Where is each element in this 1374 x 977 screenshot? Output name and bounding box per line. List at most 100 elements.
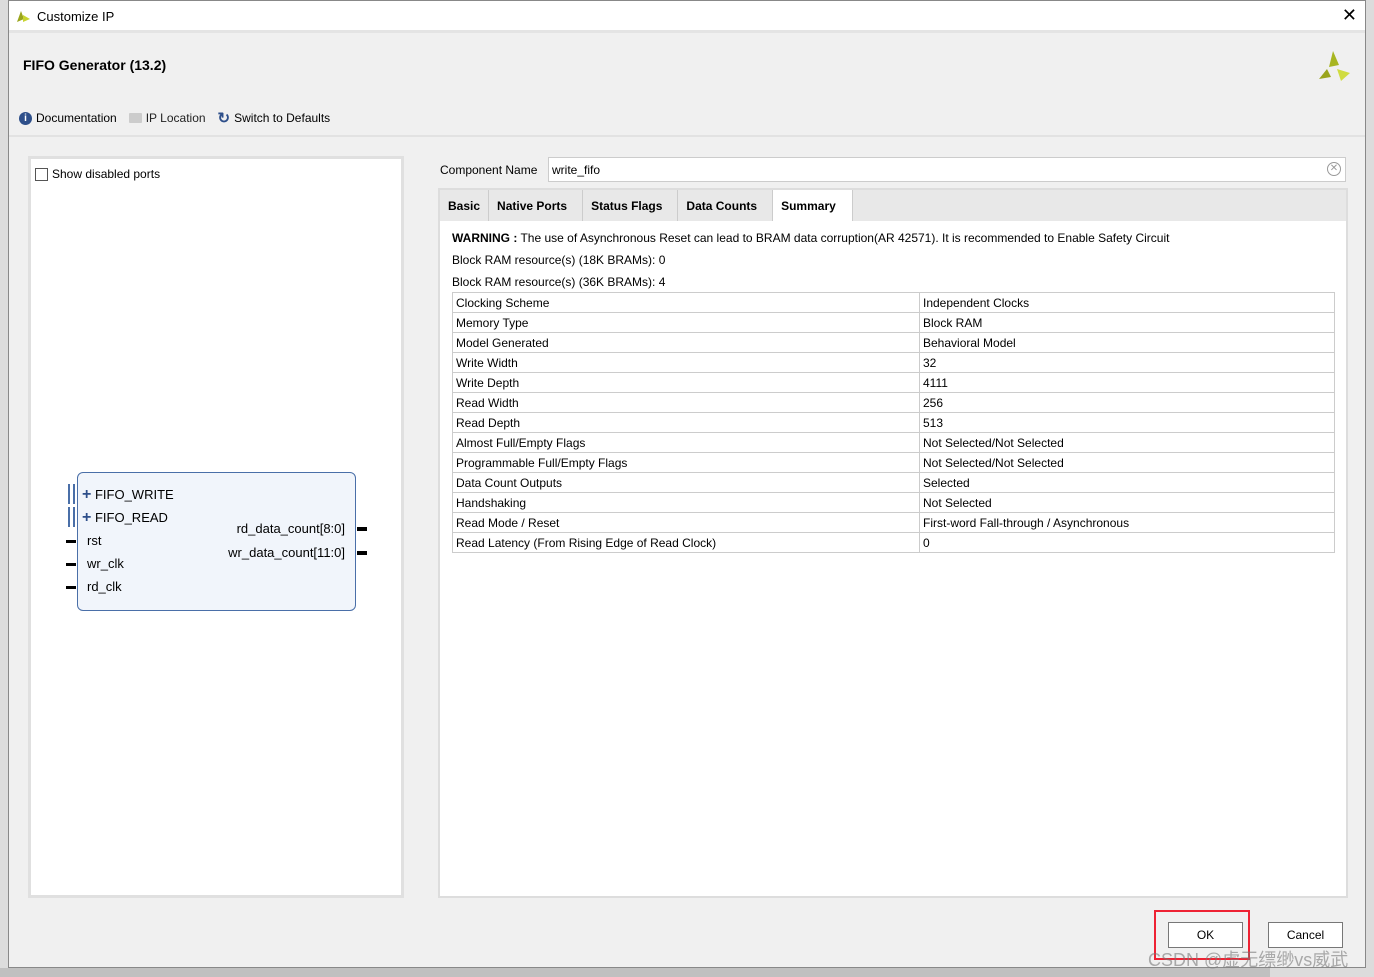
ip-location-label: IP Location [145, 111, 206, 125]
expand-icon[interactable]: + [82, 509, 91, 526]
tab-panel: Basic Native Ports Status Flags Data Cou… [438, 188, 1348, 898]
documentation-button[interactable]: i Documentation [19, 111, 117, 125]
ok-button[interactable]: OK [1168, 922, 1243, 948]
title-bar: Customize IP ✕ [9, 1, 1365, 33]
port-rd-clk: rd_clk [87, 579, 122, 594]
ip-location-button[interactable]: IP Location [128, 111, 206, 125]
row-value: Selected [919, 472, 1335, 493]
row-label: Read Width [452, 392, 920, 413]
row-label: Read Depth [452, 412, 920, 433]
clear-icon[interactable]: ✕ [1327, 162, 1341, 176]
row-label: Handshaking [452, 492, 920, 513]
row-value: Not Selected/Not Selected [919, 452, 1335, 473]
row-label: Write Depth [452, 372, 920, 393]
window-title: Customize IP [37, 9, 115, 24]
tab-native-ports[interactable]: Native Ports [489, 190, 584, 221]
port-rd-data-count: rd_data_count[8:0] [236, 521, 345, 536]
xilinx-logo-icon [1319, 51, 1350, 81]
warning-message: The use of Asynchronous Reset can lead t… [517, 231, 1170, 245]
row-value: Block RAM [919, 312, 1335, 333]
table-row: Memory Type Block RAM [452, 312, 1335, 333]
bram36-text: Block RAM resource(s) (36K BRAMs): 4 [452, 275, 666, 289]
table-row: Programmable Full/Empty Flags Not Selecte… [452, 452, 1335, 473]
table-row: Write Depth 4111 [452, 372, 1335, 393]
ip-title: FIFO Generator (13.2) [23, 57, 167, 73]
row-value: Not Selected [919, 492, 1335, 513]
port-rst: rst [87, 533, 102, 548]
expand-icon[interactable]: + [82, 486, 91, 503]
row-value: First-word Fall-through / Asynchronous [919, 512, 1335, 533]
pin [66, 563, 76, 566]
row-value: 4111 [919, 372, 1335, 393]
pin [357, 527, 367, 531]
customize-ip-dialog: Customize IP ✕ FIFO Generator (13.2) i Do… [8, 0, 1366, 968]
row-value: Behavioral Model [919, 332, 1335, 353]
bus-connector [68, 484, 75, 504]
horizontal-scrollbar[interactable] [0, 968, 1270, 977]
table-row: Model Generated Behavioral Model [452, 332, 1335, 353]
table-row: Read Width 256 [452, 392, 1335, 413]
row-label: Almost Full/Empty Flags [452, 432, 920, 453]
port-wr-clk: wr_clk [87, 556, 124, 571]
row-value: Not Selected/Not Selected [919, 432, 1335, 453]
row-value: Independent Clocks [919, 292, 1335, 313]
show-disabled-ports-checkbox[interactable]: Show disabled ports [35, 167, 160, 181]
row-label: Write Width [452, 352, 920, 373]
checkbox[interactable] [35, 167, 48, 181]
table-row: Read Mode / Reset First-word Fall-through… [452, 512, 1335, 533]
table-row: Read Latency (From Rising Edge of Read C… [452, 532, 1335, 553]
info-icon: i [19, 111, 32, 125]
summary-table: Clocking Scheme Independent Clocks Memory … [452, 292, 1335, 553]
warning-text: WARNING : The use of Asynchronous Reset … [452, 231, 1169, 245]
port-fifo-write[interactable]: + FIFO_WRITE [82, 486, 174, 504]
row-value: 0 [919, 532, 1335, 553]
folder-icon [128, 113, 142, 123]
table-row: Read Depth 513 [452, 412, 1335, 433]
pin [357, 551, 367, 555]
table-row: Clocking Scheme Independent Clocks [452, 292, 1335, 313]
port-wr-data-count: wr_data_count[11:0] [228, 545, 345, 560]
cancel-button[interactable]: Cancel [1268, 922, 1343, 948]
switch-defaults-label: Switch to Defaults [234, 111, 331, 125]
table-row: Handshaking Not Selected [452, 492, 1335, 513]
pin [66, 586, 76, 589]
port-label: FIFO_READ [94, 510, 168, 525]
row-label: Memory Type [452, 312, 920, 333]
row-label: Read Mode / Reset [452, 512, 920, 533]
divider [9, 135, 1365, 137]
port-fifo-read[interactable]: + FIFO_READ [82, 509, 168, 527]
row-label: Data Count Outputs [452, 472, 920, 493]
table-row: Almost Full/Empty Flags Not Selected/Not … [452, 432, 1335, 453]
table-row: Data Count Outputs Selected [452, 472, 1335, 493]
vivado-logo-icon [17, 11, 30, 22]
refresh-icon: ↻ [217, 110, 231, 127]
tab-status-flags[interactable]: Status Flags [583, 190, 679, 221]
row-value: 513 [919, 412, 1335, 433]
tab-bar: Basic Native Ports Status Flags Data Cou… [440, 190, 1346, 221]
component-name-label: Component Name [440, 163, 538, 177]
row-label: Read Latency (From Rising Edge of Read C… [452, 532, 920, 553]
watermark: CSDN @虚无缥缈vs威武 [1148, 950, 1349, 970]
pin [66, 540, 76, 543]
row-label: Clocking Scheme [452, 292, 920, 313]
bus-connector [68, 507, 75, 527]
close-button[interactable]: ✕ [1342, 5, 1357, 26]
tab-summary[interactable]: Summary [773, 190, 853, 221]
tab-basic[interactable]: Basic [440, 190, 490, 221]
toolbar: i Documentation IP Location ↻ Switch to De… [19, 109, 330, 127]
row-value: 256 [919, 392, 1335, 413]
table-row: Write Width 32 [452, 352, 1335, 373]
checkbox-label: Show disabled ports [52, 167, 161, 181]
switch-defaults-button[interactable]: ↻ Switch to Defaults [218, 109, 331, 127]
ip-symbol: + FIFO_WRITE + FIFO_READ rst wr_clk rd_c… [66, 472, 367, 611]
symbol-panel: Show disabled ports + FIFO_WRITE + FIFO_… [28, 156, 404, 898]
documentation-label: Documentation [36, 111, 117, 125]
tab-data-counts[interactable]: Data Counts [678, 190, 774, 221]
row-value: 32 [919, 352, 1335, 373]
warning-label: WARNING : [452, 231, 518, 245]
row-label: Programmable Full/Empty Flags [452, 452, 920, 473]
component-name-value: write_fifo [552, 163, 601, 177]
component-name-input[interactable]: write_fifo ✕ [548, 157, 1346, 182]
row-label: Model Generated [452, 332, 920, 353]
port-label: FIFO_WRITE [94, 487, 174, 502]
